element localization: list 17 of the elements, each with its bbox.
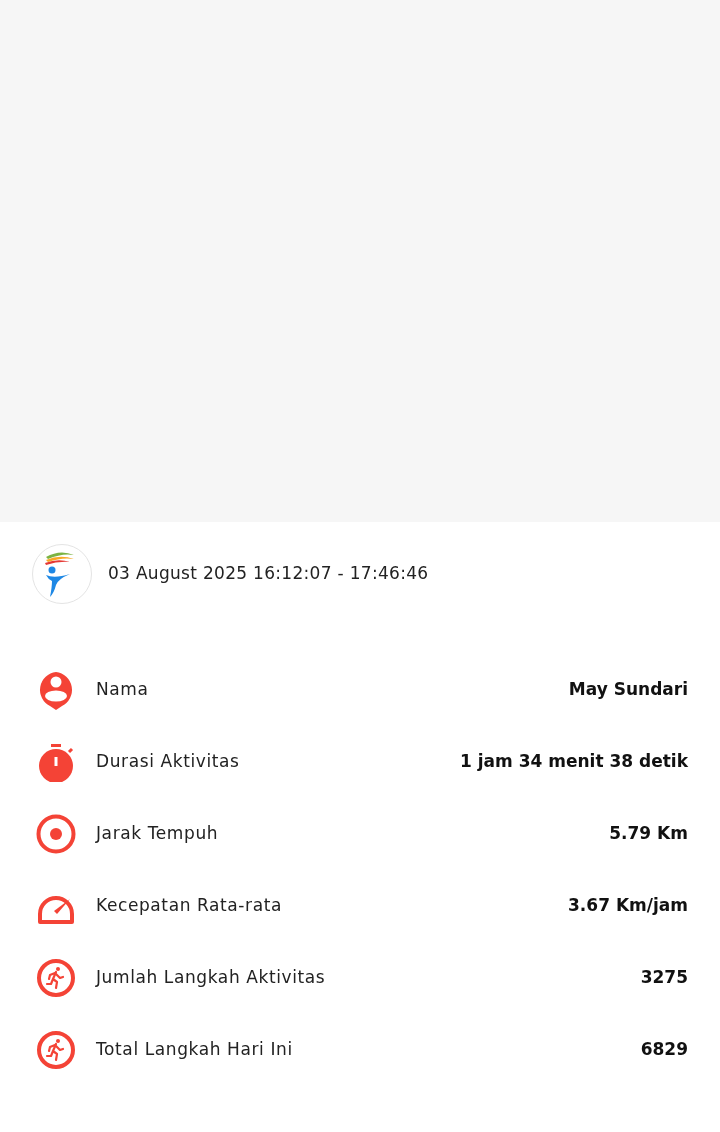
stat-value: May Sundari <box>568 678 688 702</box>
stat-value: 3.67 Km/jam <box>568 894 688 918</box>
stat-label: Kecepatan Rata-rata <box>96 894 282 918</box>
stat-value: 3275 <box>640 966 688 990</box>
stat-label: Nama <box>96 678 149 702</box>
activity-datetime: 03 August 2025 16:12:07 - 17:46:46 <box>108 562 429 586</box>
stat-value: 5.79 Km <box>609 822 688 846</box>
running-icon <box>36 1030 76 1070</box>
target-icon <box>36 814 76 854</box>
stat-label: Durasi Aktivitas <box>96 750 240 774</box>
stat-value: 1 jam 34 menit 38 detik <box>460 750 688 774</box>
running-icon <box>36 958 76 998</box>
stat-value: 6829 <box>640 1038 688 1062</box>
stat-label: Jumlah Langkah Aktivitas <box>96 966 326 990</box>
stopwatch-icon <box>36 742 76 782</box>
stat-label: Total Langkah Hari Ini <box>96 1038 293 1062</box>
stat-label: Jarak Tempuh <box>96 822 219 846</box>
